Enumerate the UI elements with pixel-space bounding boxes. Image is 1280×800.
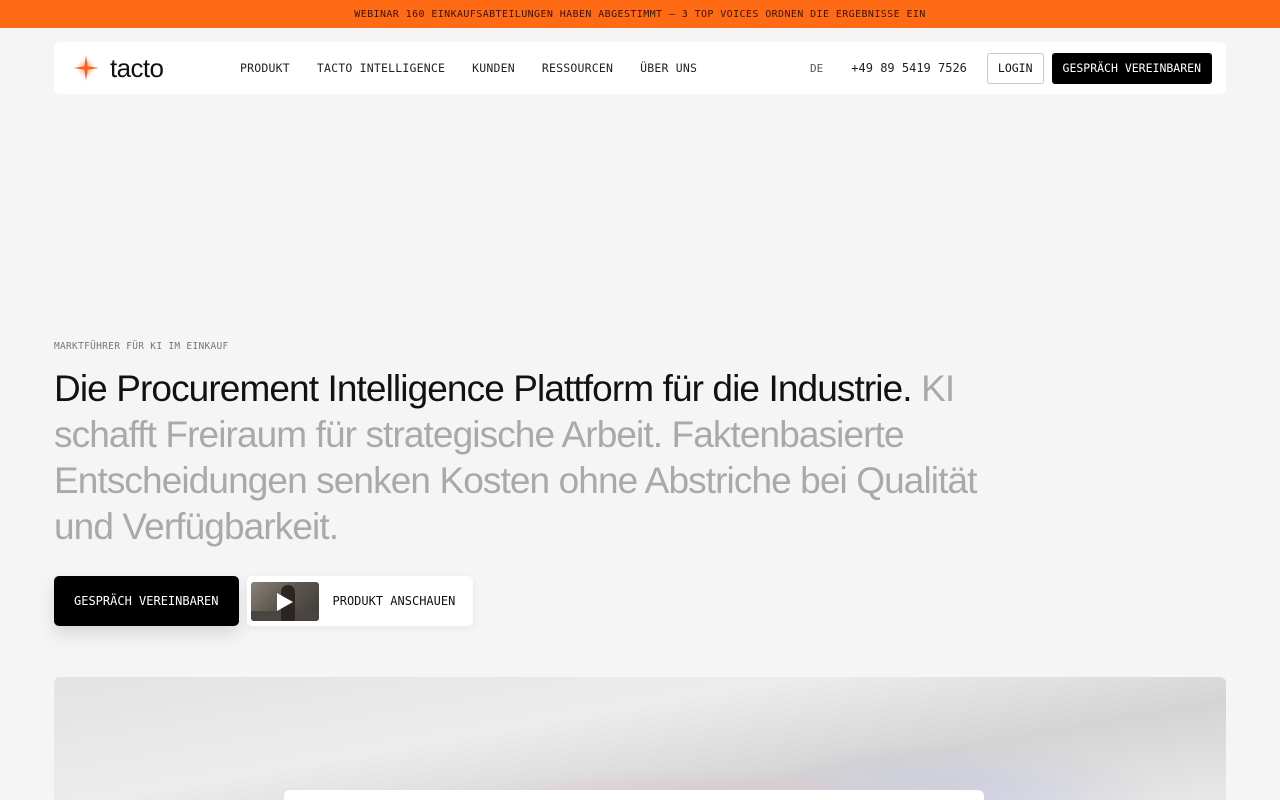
hero-eyebrow: MARKTFÜHRER FÜR KI IM EINKAUF: [54, 341, 229, 352]
nav-link-ueber-uns[interactable]: ÜBER UNS: [640, 61, 697, 75]
logo-text: tacto: [110, 52, 164, 83]
top-navigation: tacto PRODUKT TACTO INTELLIGENCE KUNDEN …: [54, 42, 1226, 94]
product-preview-card: [284, 790, 984, 800]
nav-link-tacto-intelligence[interactable]: TACTO INTELLIGENCE: [317, 61, 445, 75]
video-thumbnail[interactable]: [250, 581, 319, 621]
phone-link[interactable]: +49 89 5419 7526: [851, 61, 967, 75]
watch-product-label: PRODUKT ANSCHAUEN: [332, 594, 456, 608]
banner-text[interactable]: WEBINAR 160 EINKAUFSABTEILUNGEN HABEN AB…: [354, 9, 925, 20]
hero-headline-primary: Die Procurement Intelligence Plattform f…: [54, 368, 913, 409]
play-icon: [276, 592, 293, 611]
nav-book-meeting-button[interactable]: GESPRÄCH VEREINBAREN: [1051, 52, 1212, 84]
hero-ctas: GESPRÄCH VEREINBAREN PRODUKT ANSCHAUEN: [54, 576, 474, 626]
nav-actions: DE +49 89 5419 7526 LOGIN GESPRÄCH VEREI…: [810, 52, 1212, 84]
nav-links: PRODUKT TACTO INTELLIGENCE KUNDEN RESSOU…: [240, 61, 724, 75]
login-button[interactable]: LOGIN: [986, 52, 1044, 84]
nav-link-produkt[interactable]: PRODUKT: [240, 61, 290, 75]
hero-headline: Die Procurement Intelligence Plattform f…: [54, 366, 1014, 550]
logo[interactable]: tacto: [72, 53, 222, 84]
nav-link-ressourcen[interactable]: RESSOURCEN: [542, 61, 613, 75]
nav-link-kunden[interactable]: KUNDEN: [472, 61, 515, 75]
watch-product-button[interactable]: PRODUKT ANSCHAUEN: [246, 576, 474, 626]
announcement-banner[interactable]: WEBINAR 160 EINKAUFSABTEILUNGEN HABEN AB…: [0, 0, 1280, 28]
hero-visual: [54, 677, 1226, 800]
sparkle-icon: [73, 55, 99, 81]
language-switcher[interactable]: DE: [810, 62, 823, 75]
hero-book-meeting-button[interactable]: GESPRÄCH VEREINBAREN: [54, 576, 239, 626]
